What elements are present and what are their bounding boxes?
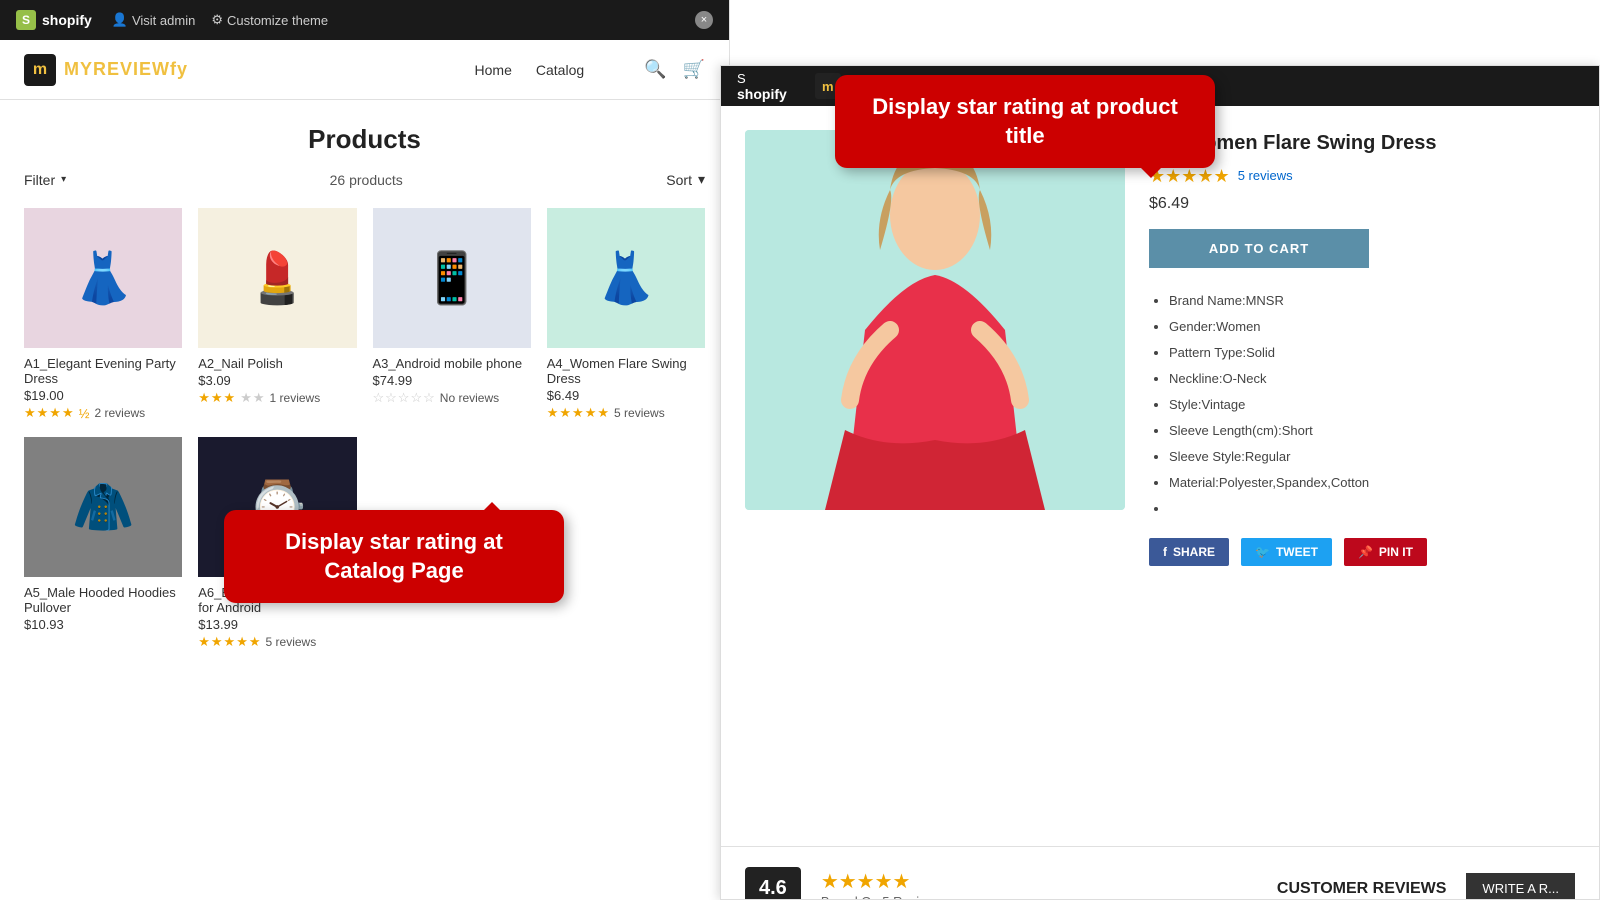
- pinterest-share-button[interactable]: 📌 PIN IT: [1344, 538, 1427, 566]
- facebook-icon: f: [1163, 545, 1167, 559]
- product-name-a2: A2_Nail Polish: [198, 356, 356, 371]
- search-icon[interactable]: 🔍: [644, 59, 666, 80]
- product-stars-a4: ★★★★★ 5 reviews: [547, 405, 705, 421]
- brand-name: MYREVIEWfy: [64, 59, 188, 80]
- rating-stars-large: ★★★★★: [821, 869, 942, 894]
- reviews-header: 4.6 ★★★★★ Based On 5 Reviews CUSTOMER RE…: [745, 867, 1575, 900]
- admin-icon: 👤: [112, 12, 128, 28]
- product-price-a2: $3.09: [198, 373, 356, 388]
- product-price-a4: $6.49: [547, 388, 705, 403]
- tweet-label: TWEET: [1276, 545, 1318, 559]
- customize-theme-link[interactable]: ⚙ Customize theme: [211, 12, 328, 28]
- catalog-panel: S shopify 👤 Visit admin ⚙ Customize them…: [0, 0, 730, 900]
- store-nav: m MYREVIEWfy Home Catalog 🔍 🛒: [0, 40, 729, 100]
- product-reviews-link[interactable]: 5 reviews: [1238, 168, 1293, 183]
- detail-extra: [1169, 496, 1575, 522]
- sort-chevron-icon: ▾: [698, 171, 705, 188]
- shopify-logo: S shopify: [16, 10, 92, 30]
- product-name-a4: A4_Women Flare Swing Dress: [547, 356, 705, 386]
- based-on-text: Based On 5 Reviews: [821, 894, 942, 900]
- visit-admin-link[interactable]: 👤 Visit admin: [112, 12, 196, 28]
- product-title-callout-bubble: Display star rating at product title: [835, 75, 1215, 168]
- share-label: SHARE: [1173, 545, 1215, 559]
- filter-bar: Filter ▾ 26 products Sort ▾: [24, 171, 705, 188]
- reviews-section: 4.6 ★★★★★ Based On 5 Reviews CUSTOMER RE…: [721, 846, 1599, 900]
- store-logo: m MYREVIEWfy: [24, 54, 188, 86]
- product-stars-a1: ★★★★½ 2 reviews: [24, 405, 182, 421]
- detail-style: Style:Vintage: [1169, 392, 1575, 418]
- product-name-a5: A5_Male Hooded Hoodies Pullover: [24, 585, 182, 615]
- logo-box: m: [24, 54, 56, 86]
- product-photo: [745, 130, 1125, 822]
- twitter-icon: 🐦: [1255, 545, 1270, 559]
- product-stars-a3: ☆☆☆☆☆ No reviews: [373, 390, 531, 406]
- nav-icons: 🔍 🛒: [644, 59, 705, 80]
- write-review-button[interactable]: WRITE A R...: [1466, 873, 1575, 900]
- product-card-a2[interactable]: 💄 A2_Nail Polish $3.09 ★★★★★ 1 reviews: [198, 208, 356, 421]
- detail-material: Material:Polyester,Spandex,Cotton: [1169, 470, 1575, 496]
- pinterest-icon: 📌: [1358, 545, 1373, 559]
- product-price-a6: $13.99: [198, 617, 356, 632]
- pinit-label: PIN IT: [1379, 545, 1413, 559]
- right-shopify-text: shopify: [737, 86, 787, 102]
- product-price-a3: $74.99: [373, 373, 531, 388]
- product-main: A4_Women Flare Swing Dress ★★★★★ 5 revie…: [721, 106, 1599, 846]
- product-price-a5: $10.93: [24, 617, 182, 632]
- nav-home[interactable]: Home: [475, 62, 512, 78]
- detail-brand: Brand Name:MNSR: [1169, 288, 1575, 314]
- shopify-icon: S: [16, 10, 36, 30]
- products-title: Products: [24, 124, 705, 155]
- product-stars-a6: ★★★★★ 5 reviews: [198, 634, 356, 650]
- products-count: 26 products: [66, 172, 666, 188]
- product-card-a4[interactable]: 👗 A4_Women Flare Swing Dress $6.49 ★★★★★…: [547, 208, 705, 421]
- rating-badge: 4.6: [745, 867, 801, 900]
- right-shopify-icon: S: [737, 71, 787, 86]
- cart-icon[interactable]: 🛒: [683, 59, 705, 80]
- nav-links: Home Catalog: [475, 62, 585, 78]
- sort-button[interactable]: Sort ▾: [666, 171, 705, 188]
- product-price-a1: $19.00: [24, 388, 182, 403]
- nav-catalog[interactable]: Catalog: [536, 62, 584, 78]
- detail-pattern: Pattern Type:Solid: [1169, 340, 1575, 366]
- detail-sleeve-style: Sleeve Style:Regular: [1169, 444, 1575, 470]
- close-button[interactable]: ×: [695, 11, 713, 29]
- detail-sleeve-length: Sleeve Length(cm):Short: [1169, 418, 1575, 444]
- detail-neckline: Neckline:O-Neck: [1169, 366, 1575, 392]
- product-stars-a2: ★★★★★ 1 reviews: [198, 390, 356, 406]
- shopify-text: shopify: [42, 12, 92, 28]
- add-to-cart-button[interactable]: ADD TO CART: [1149, 229, 1369, 268]
- product-details-list: Brand Name:MNSR Gender:Women Pattern Typ…: [1149, 288, 1575, 522]
- admin-bar-links: 👤 Visit admin ⚙ Customize theme: [112, 12, 328, 28]
- product-info: A4_Women Flare Swing Dress ★★★★★ 5 revie…: [1149, 130, 1575, 822]
- detail-gender: Gender:Women: [1169, 314, 1575, 340]
- dress-illustration: [745, 130, 1125, 510]
- product-card-a5[interactable]: 🧥 A5_Male Hooded Hoodies Pullover $10.93: [24, 437, 182, 650]
- twitter-share-button[interactable]: 🐦 TWEET: [1241, 538, 1332, 566]
- product-card-a1[interactable]: 👗 A1_Elegant Evening Party Dress $19.00 …: [24, 208, 182, 421]
- catalog-callout-bubble: Display star rating at Catalog Page: [224, 510, 564, 603]
- product-card-a3[interactable]: 📱 A3_Android mobile phone $74.99 ☆☆☆☆☆ N…: [373, 208, 531, 421]
- filter-button[interactable]: Filter ▾: [24, 172, 66, 188]
- customer-reviews-title: CUSTOMER REVIEWS: [1277, 880, 1447, 898]
- product-name-a3: A3_Android mobile phone: [373, 356, 531, 371]
- product-photo-img: [745, 130, 1125, 510]
- shopify-admin-bar: S shopify 👤 Visit admin ⚙ Customize them…: [0, 0, 729, 40]
- social-share-buttons: f SHARE 🐦 TWEET 📌 PIN IT: [1149, 538, 1575, 566]
- product-name-a1: A1_Elegant Evening Party Dress: [24, 356, 182, 386]
- product-price-detail: $6.49: [1149, 195, 1575, 213]
- rating-stars-block: ★★★★★ Based On 5 Reviews: [821, 869, 942, 900]
- facebook-share-button[interactable]: f SHARE: [1149, 538, 1229, 566]
- product-rating-row: ★★★★★ 5 reviews: [1149, 164, 1575, 187]
- right-shopify-logo: S shopify: [737, 71, 787, 102]
- gear-icon: ⚙: [211, 12, 223, 28]
